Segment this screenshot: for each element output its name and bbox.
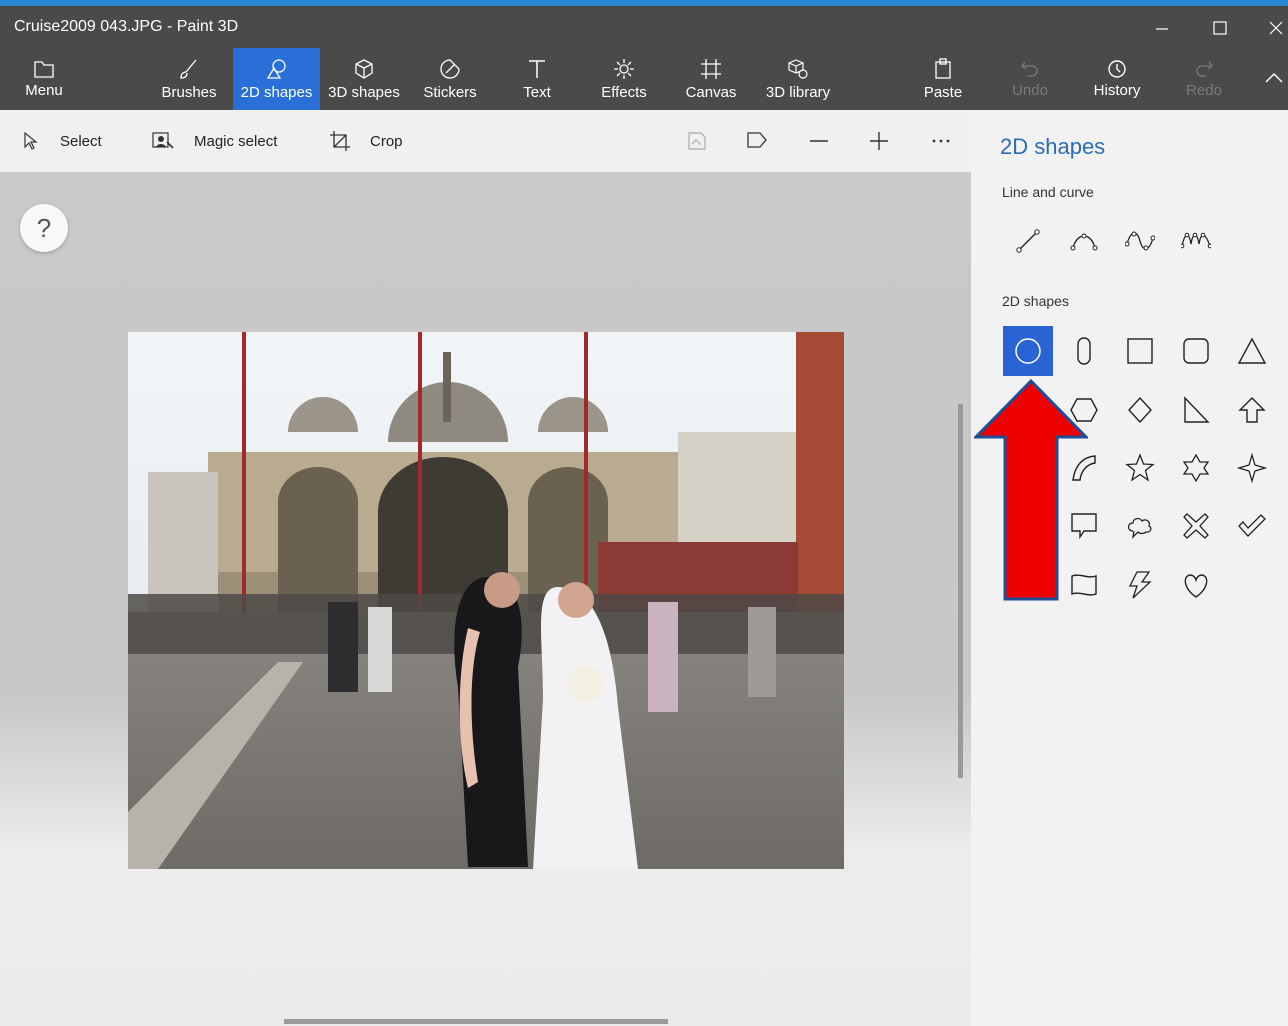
crop-icon bbox=[330, 131, 350, 151]
more-options-icon[interactable] bbox=[928, 128, 954, 154]
callout-cloud-shape-icon[interactable] bbox=[1115, 501, 1165, 551]
ribbon: Menu Brushes 2D shapes 3D shapes Sticker… bbox=[0, 48, 1288, 110]
sticker-disabled-icon[interactable] bbox=[684, 128, 710, 154]
lightning-shape-icon[interactable] bbox=[1115, 560, 1165, 610]
oval-shape-icon[interactable] bbox=[1059, 326, 1109, 376]
redo-button[interactable]: Redo bbox=[1172, 48, 1236, 110]
2d-shapes-icon bbox=[266, 59, 286, 79]
brush-icon bbox=[180, 59, 197, 79]
circle-shape-icon[interactable] bbox=[1003, 326, 1053, 376]
checkmark-shape-icon[interactable] bbox=[1227, 501, 1277, 551]
canvas-photo[interactable] bbox=[128, 332, 844, 869]
clipboard-icon bbox=[935, 58, 951, 79]
chevron-up-icon bbox=[1265, 72, 1283, 83]
x-mark-shape-icon[interactable] bbox=[1171, 501, 1221, 551]
magic-select-icon bbox=[152, 132, 174, 149]
undo-button[interactable]: Undo bbox=[998, 48, 1062, 110]
undo-icon bbox=[1021, 61, 1038, 77]
tab-3d-library[interactable]: 3D library bbox=[758, 48, 838, 110]
collapse-ribbon-button[interactable] bbox=[1260, 48, 1288, 110]
triangle-shape-icon[interactable] bbox=[1227, 326, 1277, 376]
cube-icon bbox=[355, 59, 373, 79]
tab-3d-shapes[interactable]: 3D shapes bbox=[322, 48, 406, 110]
curve-icon[interactable] bbox=[1059, 216, 1109, 266]
red-arrow-annotation bbox=[974, 379, 1088, 601]
diamond-shape-icon[interactable] bbox=[1115, 385, 1165, 435]
tab-canvas[interactable]: Canvas bbox=[672, 48, 750, 110]
star-5-shape-icon[interactable] bbox=[1115, 443, 1165, 493]
tab-stickers[interactable]: Stickers bbox=[410, 48, 490, 110]
history-button[interactable]: History bbox=[1078, 48, 1156, 110]
zoom-out-icon[interactable] bbox=[806, 128, 832, 154]
text-icon bbox=[529, 60, 545, 78]
line-icon[interactable] bbox=[1003, 216, 1053, 266]
library-icon bbox=[788, 59, 808, 79]
redo-icon bbox=[1196, 61, 1213, 77]
close-icon[interactable] bbox=[1264, 16, 1288, 40]
star-4-shape-icon[interactable] bbox=[1227, 443, 1277, 493]
window-title: Cruise2009 043.JPG - Paint 3D bbox=[14, 18, 239, 35]
photo-image bbox=[128, 332, 844, 869]
right-triangle-shape-icon[interactable] bbox=[1171, 385, 1221, 435]
maximize-icon[interactable] bbox=[1208, 16, 1232, 40]
folder-icon bbox=[34, 61, 54, 78]
star-6-shape-icon[interactable] bbox=[1171, 443, 1221, 493]
toolbar: Select Magic select Crop bbox=[0, 110, 971, 172]
sticker-icon bbox=[440, 59, 460, 79]
vertical-scrollbar[interactable] bbox=[958, 404, 963, 778]
zoom-in-icon[interactable] bbox=[866, 128, 892, 154]
tab-2d-shapes[interactable]: 2D shapes bbox=[233, 48, 320, 110]
magic-select-button[interactable]: Magic select bbox=[150, 128, 277, 154]
select-button[interactable]: Select bbox=[20, 128, 102, 154]
2d-shapes-label: 2D shapes bbox=[1002, 293, 1069, 309]
menu-button[interactable]: Menu bbox=[0, 48, 88, 110]
heart-shape-icon[interactable] bbox=[1171, 560, 1221, 610]
title-bar: Cruise2009 043.JPG - Paint 3D bbox=[0, 0, 1288, 48]
pointer-icon bbox=[24, 131, 38, 150]
arrow-up-shape-icon[interactable] bbox=[1227, 385, 1277, 435]
4-point-curve-icon[interactable] bbox=[1171, 216, 1221, 266]
help-button[interactable]: ? bbox=[20, 204, 68, 252]
canvas-area[interactable]: ? bbox=[0, 172, 971, 1026]
canvas-icon bbox=[701, 59, 721, 79]
flag-icon[interactable] bbox=[744, 128, 770, 154]
tab-text[interactable]: Text bbox=[500, 48, 574, 110]
tab-effects[interactable]: Effects bbox=[584, 48, 664, 110]
sun-icon bbox=[614, 59, 634, 79]
line-and-curve-label: Line and curve bbox=[1002, 184, 1094, 200]
tab-brushes[interactable]: Brushes bbox=[147, 48, 231, 110]
crop-button[interactable]: Crop bbox=[328, 128, 403, 154]
rounded-square-shape-icon[interactable] bbox=[1171, 326, 1221, 376]
paste-button[interactable]: Paste bbox=[910, 48, 976, 110]
panel-title: 2D shapes bbox=[1000, 134, 1106, 159]
square-shape-icon[interactable] bbox=[1115, 326, 1165, 376]
horizontal-scrollbar[interactable] bbox=[284, 1019, 668, 1024]
3-point-curve-icon[interactable] bbox=[1115, 216, 1165, 266]
minimize-icon[interactable] bbox=[1150, 16, 1174, 40]
history-icon bbox=[1108, 60, 1126, 78]
